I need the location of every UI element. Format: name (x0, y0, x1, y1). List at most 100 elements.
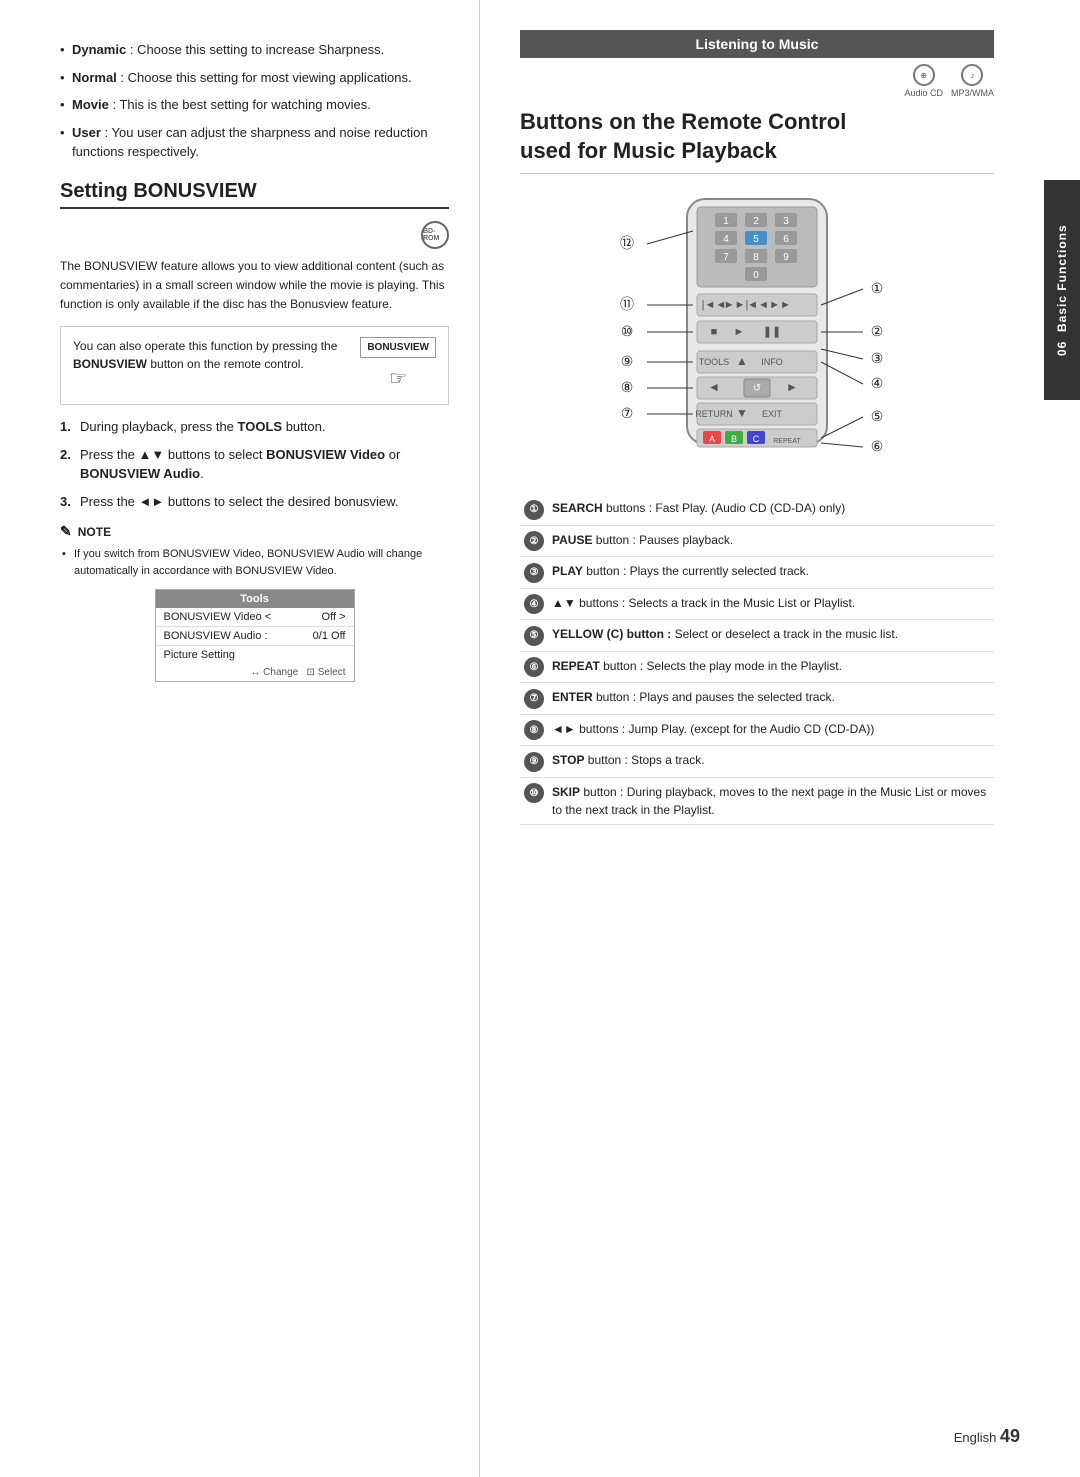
footer-language: English (954, 1430, 997, 1445)
svg-text:⑫: ⑫ (620, 235, 634, 251)
desc-text-6: REPEAT button : Selects the play mode in… (548, 651, 994, 683)
svg-text:EXIT: EXIT (762, 409, 783, 419)
bonusview-button-label: BONUSVIEW (360, 337, 436, 358)
page-container: 06 Basic Functions Dynamic : Choose this… (0, 0, 1080, 1477)
desc-num-3: ③ (524, 563, 544, 583)
remote-diagram: 1 2 3 4 5 6 7 8 9 0 (520, 189, 994, 479)
svg-text:⑤: ⑤ (871, 408, 884, 424)
tools-popup-footer: ↔ Change ⊡ Select (156, 664, 354, 681)
mp3-symbol: ♪ (961, 64, 983, 86)
table-row: ② PAUSE button : Pauses playback. (520, 525, 994, 557)
bonusview-bold: BONUSVIEW (73, 357, 147, 371)
side-tab-label: Basic Functions (1055, 224, 1069, 332)
bullet-text-normal: : Choose this setting for most viewing a… (120, 70, 411, 85)
step-1: 1. During playback, press the TOOLS butt… (60, 417, 449, 437)
list-item: Dynamic : Choose this setting to increas… (60, 40, 449, 60)
desc-text-8: ◄► buttons : Jump Play. (except for the … (548, 714, 994, 746)
table-row: ⑥ REPEAT button : Selects the play mode … (520, 651, 994, 683)
desc-text-5: YELLOW (C) button : Select or deselect a… (548, 620, 994, 652)
side-tab: 06 Basic Functions (1044, 180, 1080, 400)
hand-icon: ☞ (389, 364, 407, 394)
svg-text:④: ④ (871, 375, 884, 391)
bullet-label-movie: Movie (72, 97, 109, 112)
bullet-text-movie: : This is the best setting for watching … (112, 97, 370, 112)
table-row: ① SEARCH buttons : Fast Play. (Audio CD … (520, 494, 994, 525)
svg-text:►: ► (786, 380, 798, 394)
note-content: If you switch from BONUSVIEW Video, BONU… (60, 546, 449, 579)
music-title-line2: used for Music Playback (520, 138, 777, 163)
audio-cd-symbol: ⊕ (913, 64, 935, 86)
popup-row1-label: BONUSVIEW Video < (164, 611, 272, 623)
popup-row2-label: BONUSVIEW Audio : (164, 630, 268, 642)
desc-num-8: ⑧ (524, 720, 544, 740)
list-item: Normal : Choose this setting for most vi… (60, 68, 449, 88)
popup-row3-label: Picture Setting (164, 649, 236, 661)
music-title-line1: Buttons on the Remote Control (520, 109, 846, 134)
svg-text:C: C (753, 434, 760, 444)
bullet-label-normal: Normal (72, 70, 117, 85)
bonusview-text-after: button on the remote control. (147, 357, 304, 371)
desc-text-2: PAUSE button : Pauses playback. (548, 525, 994, 557)
table-row: ⑨ STOP button : Stops a track. (520, 746, 994, 778)
tools-popup-header: Tools (156, 590, 354, 608)
svg-text:A: A (709, 434, 715, 444)
svg-text:⑦: ⑦ (621, 405, 634, 421)
remote-svg: 1 2 3 4 5 6 7 8 9 0 (567, 189, 947, 479)
svg-text:►: ► (734, 326, 745, 338)
table-row: ④ ▲▼ buttons : Selects a track in the Mu… (520, 588, 994, 620)
step-2: 2. Press the ▲▼ buttons to select BONUSV… (60, 445, 449, 484)
svg-text:0: 0 (753, 270, 759, 281)
footer-page: 49 (1000, 1426, 1020, 1446)
desc-text-7: ENTER button : Plays and pauses the sele… (548, 683, 994, 715)
tools-popup-row-3: Picture Setting (156, 646, 354, 664)
table-row: ⑩ SKIP button : During playback, moves t… (520, 777, 994, 824)
svg-text:B: B (731, 434, 737, 444)
svg-text:5: 5 (753, 234, 759, 245)
note-label: NOTE (78, 525, 111, 539)
svg-text:►►: ►► (769, 299, 791, 311)
svg-text:⑨: ⑨ (621, 353, 634, 369)
svg-text:⑥: ⑥ (871, 438, 884, 454)
svg-text:9: 9 (783, 252, 789, 263)
bonusview-box: You can also operate this function by pr… (60, 326, 449, 405)
bullet-label-dynamic: Dynamic (72, 42, 126, 57)
desc-num-5: ⑤ (524, 626, 544, 646)
desc-num-10: ⑩ (524, 783, 544, 803)
bullet-label-user: User (72, 125, 101, 140)
svg-text:②: ② (871, 323, 884, 339)
bonusview-description: The BONUSVIEW feature allows you to view… (60, 257, 449, 315)
descriptions-table: ① SEARCH buttons : Fast Play. (Audio CD … (520, 494, 994, 825)
bonusview-box-text: You can also operate this function by pr… (73, 337, 350, 373)
svg-text:◄◄: ◄◄ (747, 299, 769, 311)
bd-rom-badge: BD-ROM (60, 221, 449, 249)
svg-text:INFO: INFO (761, 357, 783, 367)
bullet-list: Dynamic : Choose this setting to increas… (60, 40, 449, 162)
desc-num-7: ⑦ (524, 689, 544, 709)
svg-text:7: 7 (723, 252, 729, 263)
svg-text:3: 3 (783, 216, 789, 227)
right-column: Listening to Music ⊕ Audio CD ♪ MP3/WMA … (480, 0, 1044, 1477)
desc-num-6: ⑥ (524, 657, 544, 677)
mp3-wma-icon: ♪ MP3/WMA (951, 64, 994, 98)
audio-cd-icon: ⊕ Audio CD (904, 64, 943, 98)
mp3-wma-label: MP3/WMA (951, 88, 994, 98)
bullet-text-user: : You user can adjust the sharpness and … (72, 125, 428, 160)
audio-cd-label: Audio CD (904, 88, 943, 98)
side-tab-number: 06 (1055, 340, 1069, 355)
tools-popup-row-1: BONUSVIEW Video < Off > (156, 608, 354, 627)
desc-text-4: ▲▼ buttons : Selects a track in the Musi… (548, 588, 994, 620)
svg-text:1: 1 (723, 216, 729, 227)
svg-text:③: ③ (871, 350, 884, 366)
desc-num-4: ④ (524, 594, 544, 614)
bonusview-text-before: You can also operate this function by pr… (73, 339, 337, 353)
table-row: ③ PLAY button : Plays the currently sele… (520, 557, 994, 589)
svg-text:►►|: ►►| (724, 299, 749, 311)
bd-rom-icon: BD-ROM (421, 221, 449, 249)
desc-text-1: SEARCH buttons : Fast Play. (Audio CD (C… (548, 494, 994, 525)
svg-text:⑩: ⑩ (621, 323, 634, 339)
bd-rom-label: BD-ROM (423, 228, 447, 242)
step-3: 3. Press the ◄► buttons to select the de… (60, 492, 449, 512)
bonusview-button-area: BONUSVIEW ☞ (360, 337, 436, 394)
desc-text-9: STOP button : Stops a track. (548, 746, 994, 778)
desc-num-1: ① (524, 500, 544, 520)
